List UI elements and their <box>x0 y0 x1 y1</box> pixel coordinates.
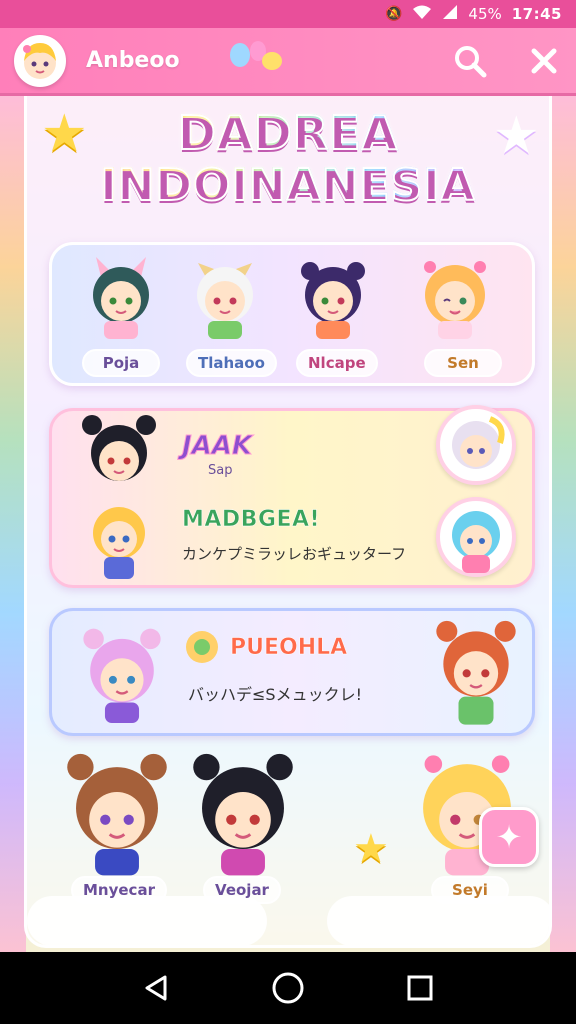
card2-heading: MADBGEA! <box>182 507 321 533</box>
flower-badge-icon <box>186 631 218 663</box>
banner-line1: DADREA <box>27 105 549 161</box>
character-veojar-avatar <box>193 753 293 876</box>
app-bar: Anbeoo <box>0 28 576 96</box>
character-name: Nlcape <box>296 349 378 377</box>
character-pink-hair-avatar <box>83 628 161 723</box>
rainbow-stripe-left <box>0 96 26 956</box>
character-name: Poja <box>82 349 160 377</box>
card3-heading: PUEOHLA <box>230 635 348 661</box>
character-name: Mnyecar <box>71 876 167 904</box>
navigation-bar <box>0 952 576 1024</box>
character-mnyecar-avatar <box>67 753 167 876</box>
character-redhead-avatar <box>436 620 516 725</box>
card2-body: カンケプミラッレおギュッターフ <box>182 545 407 563</box>
mute-icon: 🔕 <box>384 6 403 22</box>
event-card-2[interactable]: JAAK Sap MADBGEA! カンケプミラッレおギュッターフ <box>49 405 535 588</box>
character-poja-avatar <box>93 257 149 339</box>
close-icon[interactable] <box>526 43 562 79</box>
sparkle-button[interactable]: ✦ <box>479 807 539 867</box>
cloud-decoration <box>327 896 549 945</box>
app-title: Anbeoo <box>86 48 180 73</box>
character-sen-avatar <box>424 261 486 339</box>
rainbow-stripe-right <box>550 96 576 956</box>
cellular-icon <box>442 4 458 24</box>
wifi-icon <box>412 4 432 24</box>
circle-avatar-blue[interactable] <box>436 497 516 577</box>
character-name: Seyi <box>431 876 509 904</box>
character-bear-girl-avatar <box>82 415 156 481</box>
character-name: Sen <box>424 349 502 377</box>
card2-subtitle: Sap <box>208 463 233 478</box>
card3-body: バッハデ≤Sメュックレ! <box>188 685 362 704</box>
character-nlcape-avatar <box>301 262 365 339</box>
back-icon[interactable] <box>132 964 180 1012</box>
character-tlahaoo-avatar <box>197 263 253 339</box>
event-card-3[interactable]: PUEOHLA バッハデ≤Sメュックレ! <box>49 608 535 736</box>
character-name: Tlahaoo <box>186 349 277 377</box>
card2-title: JAAK <box>181 431 253 462</box>
recents-icon[interactable] <box>396 964 444 1012</box>
character-card-1[interactable]: Poja Tlahaoo Nlcape Sen <box>49 242 535 386</box>
status-bar: 🔕 45% 17:45 <box>0 0 576 28</box>
main-panel: ★ ★ DADREA INDOINANESIA Poja <box>24 96 552 948</box>
home-icon[interactable] <box>264 964 312 1012</box>
status-time: 17:45 <box>511 5 562 23</box>
balloons-icon <box>226 39 286 82</box>
character-blonde-girl-avatar <box>93 507 145 579</box>
bottom-character-row: Mnyecar Veojar ★ Seyi <box>27 746 549 945</box>
battery-text: 45% <box>468 5 502 23</box>
banner-line2: INDOINANESIA <box>27 159 549 212</box>
star-icon: ★ <box>353 826 389 872</box>
character-name: Veojar <box>203 876 281 904</box>
profile-avatar[interactable] <box>14 34 66 87</box>
search-icon[interactable] <box>452 43 488 79</box>
circle-avatar-silver[interactable] <box>436 405 516 485</box>
banner-title: DADREA INDOINANESIA <box>27 100 549 230</box>
